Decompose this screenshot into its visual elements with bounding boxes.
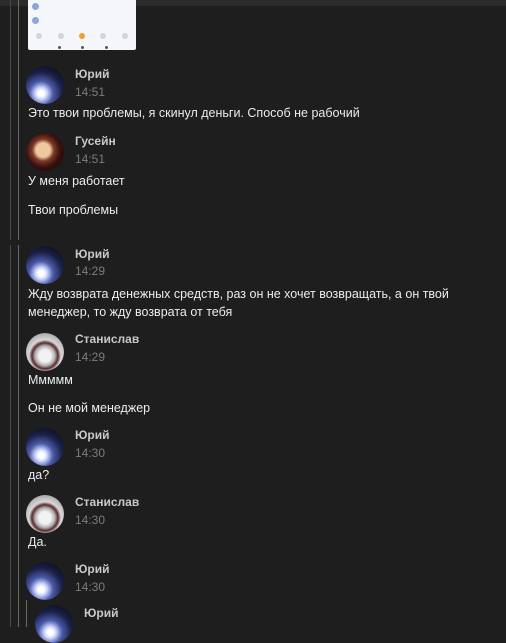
message-text: да?	[28, 468, 50, 482]
message-text: Это твои проблемы, я скинул деньги. Спос…	[28, 106, 360, 120]
author-name[interactable]: Юрий	[75, 428, 109, 442]
thread-line	[18, 0, 19, 240]
author-name[interactable]: Юрий	[75, 247, 109, 261]
message-text: менеджер, то жду возврата от тебя	[28, 305, 233, 319]
avatar[interactable]	[26, 495, 64, 533]
avatar[interactable]	[26, 333, 64, 371]
message-time: 14:30	[75, 580, 106, 594]
message-text: Ммммм	[28, 373, 73, 387]
thread-line	[10, 0, 11, 240]
avatar[interactable]	[26, 246, 64, 284]
message-time: 14:29	[75, 264, 106, 278]
message-time: 14:30	[75, 446, 106, 460]
avatar[interactable]	[26, 562, 64, 600]
avatar[interactable]	[26, 66, 64, 104]
message-time: 14:51	[75, 152, 106, 166]
thread-line	[26, 600, 27, 627]
thread-line	[18, 245, 19, 627]
author-name[interactable]: Станислав	[75, 495, 139, 509]
app-nav-bar	[28, 33, 136, 45]
avatar[interactable]	[26, 428, 64, 466]
author-name[interactable]: Юрий	[84, 606, 118, 620]
message-text: Да.	[28, 535, 47, 549]
avatar-icon	[32, 3, 39, 10]
message-text: Жду возврата денежных средств, раз он не…	[28, 287, 449, 301]
message-time: 14:51	[75, 85, 106, 99]
author-name[interactable]: Юрий	[75, 67, 109, 81]
author-name[interactable]: Гусейн	[75, 134, 116, 148]
message-text: У меня работает	[28, 174, 125, 188]
avatar[interactable]	[35, 605, 73, 643]
attached-image[interactable]	[28, 0, 136, 50]
message-time: 14:29	[75, 350, 106, 364]
avatar-icon	[32, 17, 39, 24]
author-name[interactable]: Юрий	[75, 562, 109, 576]
message-text: Он не мой менеджер	[28, 401, 151, 415]
thread-line	[10, 245, 11, 627]
message-time: 14:30	[75, 513, 106, 527]
message-text: Твои проблемы	[28, 203, 119, 217]
author-name[interactable]: Станислав	[75, 332, 139, 346]
avatar[interactable]	[26, 133, 64, 171]
